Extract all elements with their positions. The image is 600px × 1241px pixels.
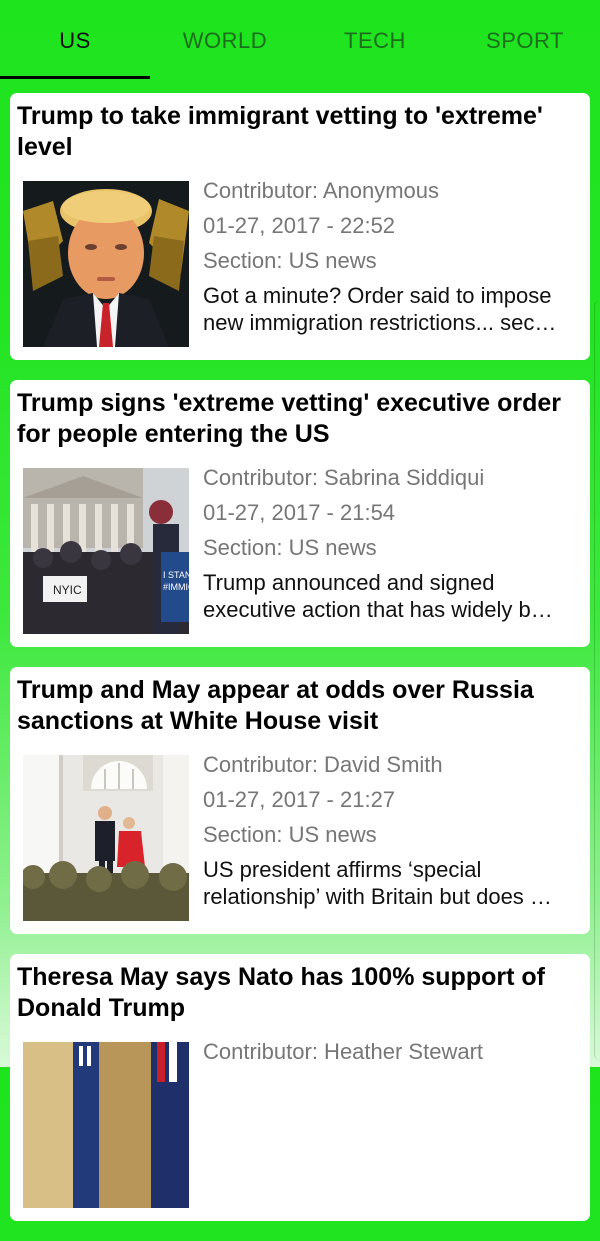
- category-tab-bar: US WORLD TECH SPORT: [0, 0, 600, 80]
- summary-line: Got a minute? Order said to impose: [203, 283, 552, 308]
- article-card[interactable]: Trump and May appear at odds over Russia…: [10, 667, 590, 934]
- article-title: Theresa May says Nato has 100% support o…: [17, 963, 545, 1022]
- article-section: Section: US news: [203, 822, 377, 847]
- article-date: 01-27, 2017 - 21:27: [203, 787, 396, 812]
- article-section: Section: US news: [203, 248, 377, 273]
- article-contributor: Contributor: Sabrina Siddiqui: [203, 465, 485, 490]
- edge-scroll-indicator: [594, 300, 600, 1060]
- article-date: 01-27, 2017 - 22:52: [203, 213, 396, 238]
- article-card[interactable]: Trump to take immigrant vetting to 'extr…: [10, 93, 590, 360]
- article-section: Section: US news: [203, 535, 377, 560]
- article-summary: US president affirms ‘special relationsh…: [203, 856, 577, 910]
- article-thumbnail: [23, 181, 189, 347]
- article-card[interactable]: Theresa May says Nato has 100% support o…: [10, 954, 590, 1221]
- summary-line: US president affirms ‘special: [203, 857, 482, 882]
- article-contributor: Contributor: Heather Stewart: [203, 1039, 484, 1064]
- summary-line: relationship’ with Britain but does …: [203, 884, 552, 909]
- tab-us-label: US: [59, 28, 91, 53]
- tab-sport[interactable]: SPORT: [450, 0, 600, 80]
- svg-text:#IMMIG: #IMMIG: [163, 582, 189, 592]
- tab-world-label: WORLD: [182, 28, 268, 53]
- summary-line: executive action that has widely b…: [203, 597, 553, 622]
- svg-text:I STAN: I STAN: [163, 570, 189, 580]
- article-summary: Got a minute? Order said to impose new i…: [203, 282, 577, 336]
- tab-world[interactable]: WORLD: [150, 0, 300, 80]
- article-thumbnail: [23, 755, 189, 921]
- article-date: 01-27, 2017 - 21:54: [203, 500, 396, 525]
- tab-sport-label: SPORT: [486, 28, 564, 53]
- tab-tech-label: TECH: [344, 28, 406, 53]
- article-title: Trump and May appear at odds over Russia…: [17, 676, 534, 735]
- summary-line: new immigration restrictions... sec…: [203, 310, 557, 335]
- svg-text:NYIC: NYIC: [53, 583, 82, 597]
- article-thumbnail: I STAN #IMMIG NYIC: [23, 468, 189, 634]
- tab-us[interactable]: US: [0, 0, 150, 80]
- article-summary: Trump announced and signed executive act…: [203, 569, 577, 623]
- article-contributor: Contributor: Anonymous: [203, 178, 440, 203]
- article-title: Trump signs 'extreme vetting' executive …: [17, 389, 562, 448]
- tab-tech[interactable]: TECH: [300, 0, 450, 80]
- article-title: Trump to take immigrant vetting to 'extr…: [17, 102, 543, 161]
- article-card[interactable]: Trump signs 'extreme vetting' executive …: [10, 380, 590, 647]
- summary-line: Trump announced and signed: [203, 570, 495, 595]
- news-feed: Trump to take immigrant vetting to 'extr…: [10, 93, 590, 1241]
- article-contributor: Contributor: David Smith: [203, 752, 443, 777]
